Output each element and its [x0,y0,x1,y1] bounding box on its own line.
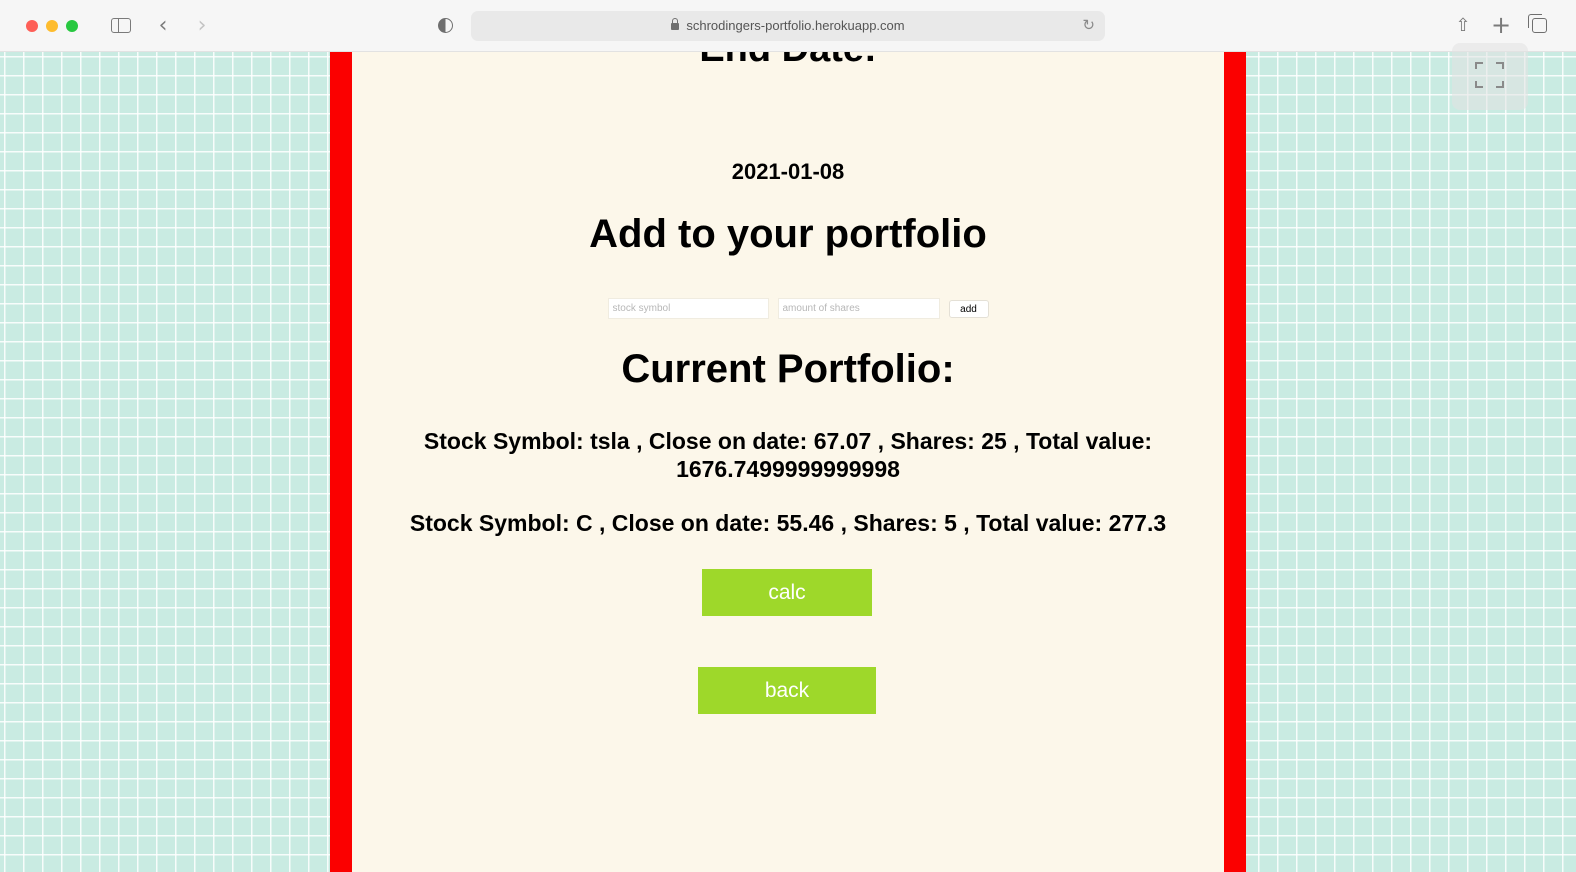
address-bar[interactable]: schrodingers-portfolio.herokuapp.com ↻ [471,11,1105,41]
add-stock-form: add [352,298,1224,319]
shield-icon[interactable] [432,12,458,38]
content-panel: End Date: 2021-01-08 Add to your portfol… [330,52,1246,872]
stock-list: Stock Symbol: tsla , Close on date: 67.0… [352,427,1224,563]
lock-icon [671,18,680,30]
browser-toolbar: ‹ › schrodingers-portfolio.herokuapp.com… [0,0,1576,52]
current-portfolio-heading: Current Portfolio: [621,347,955,391]
add-stock-button[interactable]: add [948,300,989,318]
zoom-window-button[interactable] [66,20,78,32]
reload-icon[interactable]: ↻ [1082,16,1095,34]
stock-row: Stock Symbol: tsla , Close on date: 67.0… [423,428,1153,482]
add-portfolio-heading: Add to your portfolio [589,212,987,256]
back-icon[interactable]: ‹ [150,12,176,38]
tabs-overview-icon[interactable] [1526,12,1552,38]
share-icon[interactable]: ⇧ [1450,12,1476,38]
stock-row: Stock Symbol: C , Close on date: 55.46 ,… [409,510,1167,536]
close-window-button[interactable] [26,20,38,32]
fullscreen-icon[interactable] [1452,43,1528,110]
sidebar-icon[interactable] [108,12,134,38]
page-viewport: End Date: 2021-01-08 Add to your portfol… [0,52,1576,872]
minimize-window-button[interactable] [46,20,58,32]
new-tab-icon[interactable]: + [1488,11,1514,39]
url-text: schrodingers-portfolio.herokuapp.com [686,18,905,33]
back-button[interactable]: back [698,667,876,714]
window-controls [26,20,78,32]
end-date-value: 2021-01-08 [731,159,845,184]
forward-icon[interactable]: › [189,12,215,38]
end-date-heading: End Date: [352,52,1224,71]
stock-symbol-input[interactable] [607,298,769,319]
shares-amount-input[interactable] [777,298,940,319]
calc-button[interactable]: calc [702,569,872,616]
